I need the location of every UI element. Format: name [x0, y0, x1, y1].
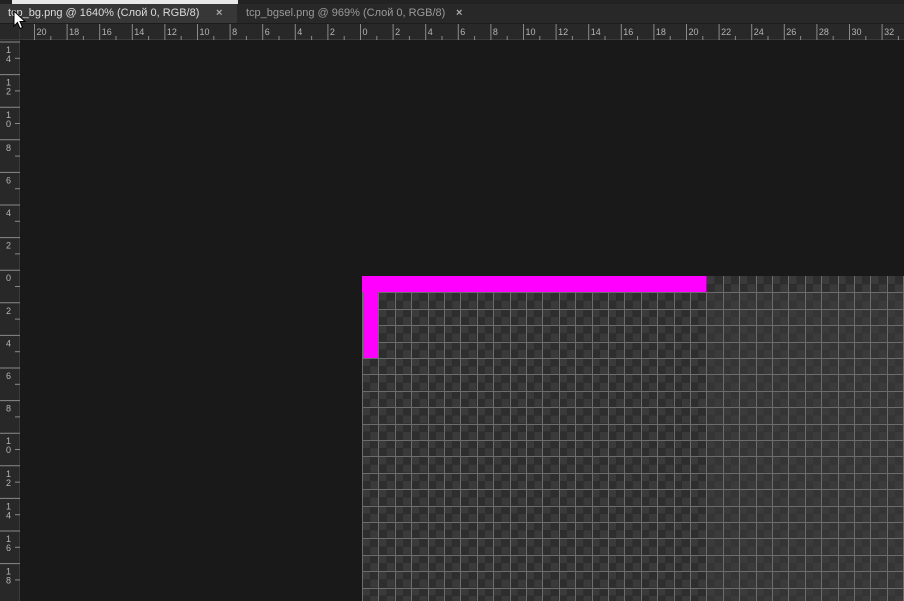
ruler-label: 6 — [460, 27, 465, 37]
ruler-label: 10 — [526, 27, 536, 37]
ruler-label: 14 — [134, 27, 144, 37]
ruler-label: 0 — [363, 27, 368, 37]
close-icon[interactable]: × — [456, 4, 462, 22]
ruler-label: 24 — [754, 27, 764, 37]
ruler-label: 18 — [6, 567, 11, 586]
ruler-label: 2 — [6, 241, 11, 251]
ruler-label: 12 — [6, 78, 11, 97]
ruler-label: 16 — [6, 534, 11, 553]
ruler-label: 10 — [200, 27, 210, 37]
ruler-label: 14 — [6, 501, 11, 520]
ruler-label: 10 — [6, 436, 11, 455]
horizontal-ruler[interactable]: 20 18 16 14 12 10 8 6 4 2 0 2 4 6 8 10 12 14 16 18 20 22 24 26 2… — [20, 24, 904, 40]
document-tab-bar: tcp_bg.png @ 1640% (Слой 0, RGB/8) × tcp… — [0, 4, 904, 24]
ruler-label: 18 — [69, 27, 79, 37]
ruler-label: 8 — [232, 27, 237, 37]
ruler-label: 32 — [884, 27, 894, 37]
ruler-label: 6 — [6, 371, 11, 381]
ruler-label: 4 — [428, 27, 433, 37]
ruler-label: 28 — [819, 27, 829, 37]
ruler-label: 26 — [786, 27, 796, 37]
ruler-label: 20 — [689, 27, 699, 37]
ruler-label: 4 — [297, 27, 302, 37]
ruler-label: 12 — [558, 27, 568, 37]
ruler-label: 2 — [6, 306, 11, 316]
ruler-label: 18 — [656, 27, 666, 37]
ruler-label: 10 — [6, 110, 11, 129]
ruler-label: 14 — [6, 45, 11, 64]
ruler-label: 2 — [330, 27, 335, 37]
document-tab-tcp-bgsel[interactable]: tcp_bgsel.png @ 969% (Слой 0, RGB/8) × — [238, 4, 474, 23]
horizontal-ruler-graphic: 20 18 16 14 12 10 8 6 4 2 0 2 4 6 8 10 12 14 16 18 20 22 24 26 2… — [34, 24, 899, 40]
ruler-label: 2 — [395, 27, 400, 37]
ruler-label: 8 — [493, 27, 498, 37]
ruler-label: 30 — [852, 27, 862, 37]
image-canvas[interactable] — [20, 40, 904, 601]
ruler-label: 8 — [6, 143, 11, 153]
vertical-ruler[interactable]: 14 12 10 8 6 4 2 0 2 4 6 8 10 12 14 16 18 — [0, 40, 20, 601]
ruler-label: 4 — [6, 208, 11, 218]
ruler-label: 20 — [37, 27, 47, 37]
ruler-label: 14 — [591, 27, 601, 37]
ruler-label: 12 — [167, 27, 177, 37]
ruler-label: 16 — [102, 27, 112, 37]
document-tab-label: tcp_bg.png @ 1640% (Слой 0, RGB/8) — [8, 7, 200, 19]
ruler-label: 0 — [6, 273, 11, 283]
ruler-label: 6 — [6, 175, 11, 185]
ruler-label: 8 — [6, 404, 11, 414]
ruler-label: 22 — [721, 27, 731, 37]
close-icon[interactable]: × — [216, 4, 222, 22]
vertical-ruler-graphic: 1 4 1 2 1 0 8 6 4 2 0 2 4 6 8 1 0 1 2 1 4 1 6 1 8 — [0, 41, 20, 586]
ruler-label: 16 — [623, 27, 633, 37]
ruler-label: 6 — [265, 27, 270, 37]
document-tab-tcp-bg[interactable]: tcp_bg.png @ 1640% (Слой 0, RGB/8) × — [0, 4, 237, 23]
ruler-label: 4 — [6, 338, 11, 348]
mouse-cursor-icon — [13, 10, 27, 30]
ruler-label: 12 — [6, 469, 11, 488]
document-tab-label: tcp_bgsel.png @ 969% (Слой 0, RGB/8) — [246, 7, 446, 19]
pixel-image — [362, 276, 904, 601]
